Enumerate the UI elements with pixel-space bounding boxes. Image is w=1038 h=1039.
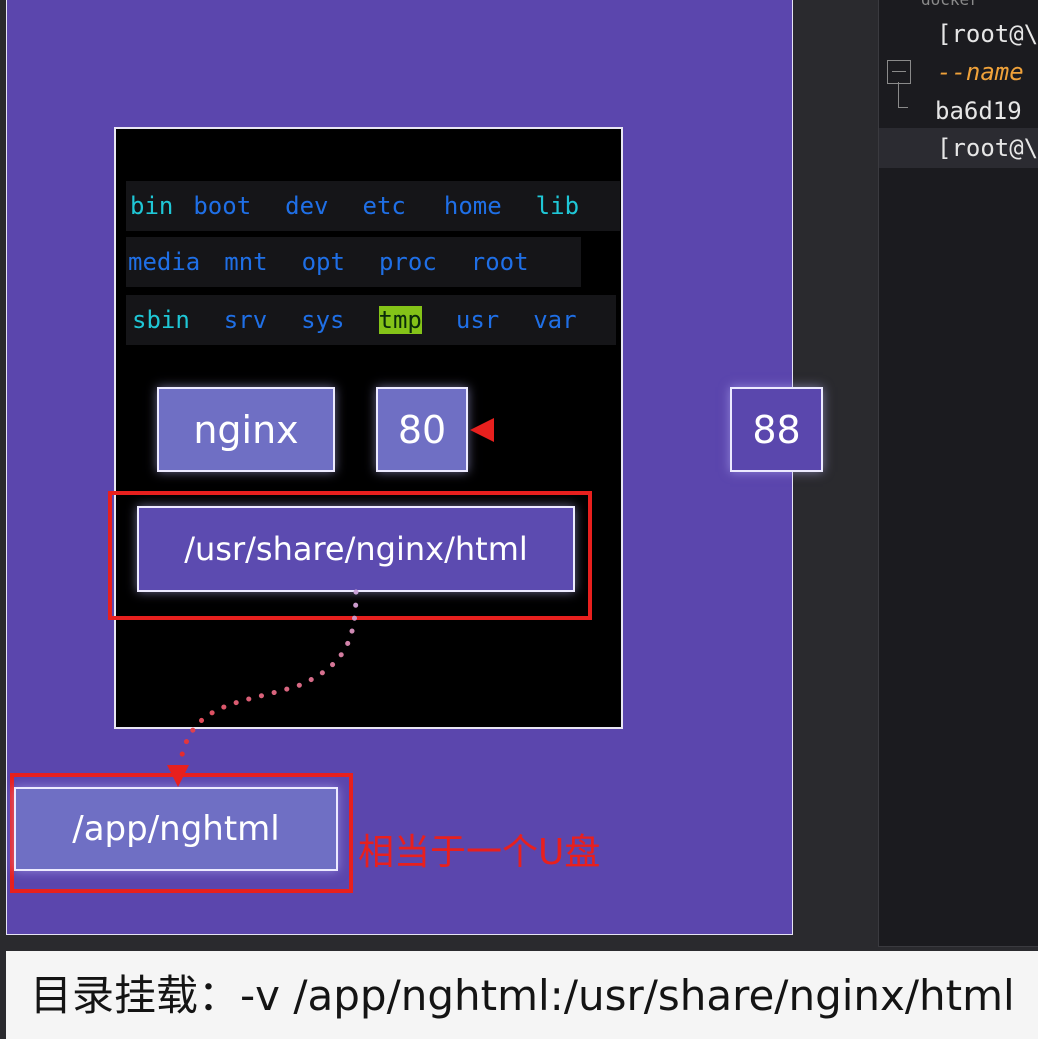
fold-guide-line	[898, 82, 899, 108]
terminal-line: [root@\	[937, 134, 1038, 162]
fold-collapse-icon[interactable]	[887, 60, 911, 84]
terminal-line: --name	[937, 58, 1024, 86]
caption-text: 目录挂载：-v /app/nghtml:/usr/share/nginx/htm…	[30, 971, 1015, 1020]
terminal-top-fragment: docker	[921, 0, 979, 9]
terminal-window: docker [root@\ --name ba6d19 [root@\	[878, 0, 1038, 947]
port-mapping-arrowhead	[470, 418, 494, 442]
mount-mapping-arrowhead	[167, 765, 189, 787]
mount-mapping-arrow-line	[177, 589, 359, 768]
fold-guide-foot	[898, 107, 908, 108]
terminal-line: ba6d19	[935, 97, 1022, 125]
terminal-line: [root@\	[937, 20, 1038, 48]
